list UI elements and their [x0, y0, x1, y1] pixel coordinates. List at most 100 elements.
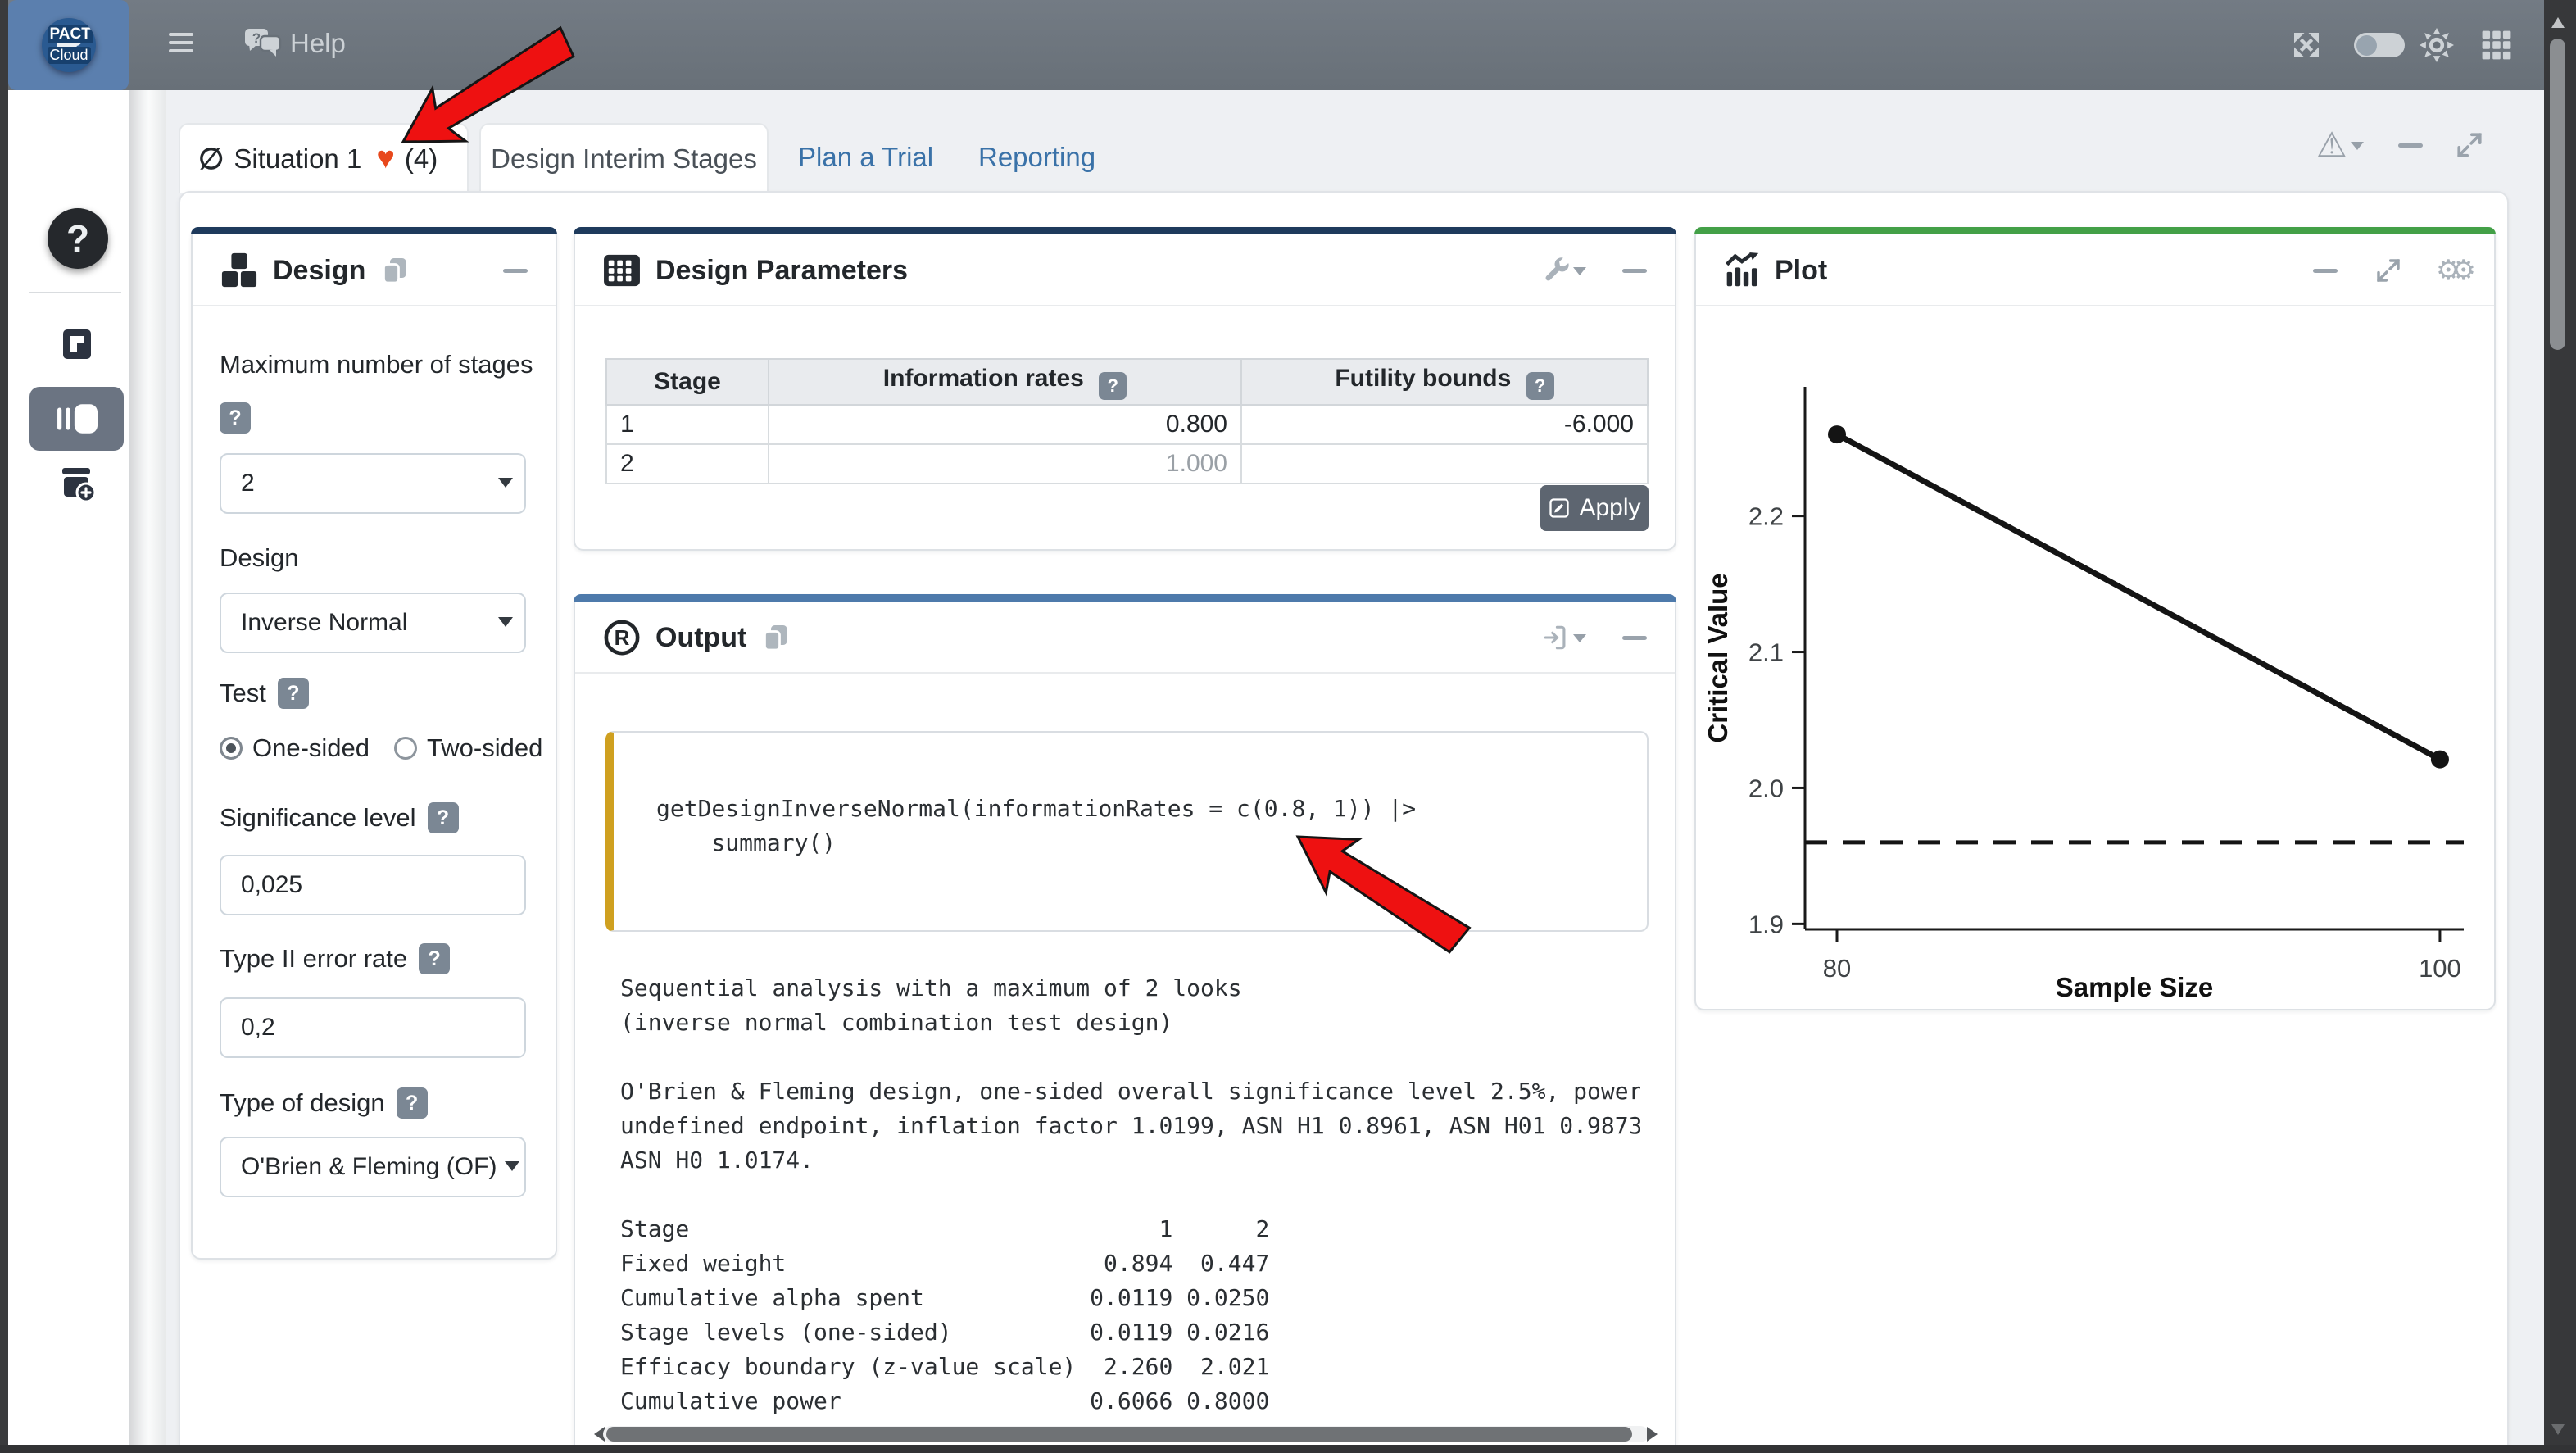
collapse-situation-button[interactable]: [2398, 143, 2423, 148]
situation-toolbar: ⚠: [2316, 128, 2483, 162]
expand-icon: [2375, 257, 2401, 284]
empty-set-icon: ∅: [198, 142, 224, 176]
rpact-cloud-logo-icon: R PACT Cloud: [42, 18, 96, 72]
user-avatar[interactable]: ?: [48, 208, 108, 269]
theme-toggle[interactable]: [2354, 0, 2405, 90]
help-menu[interactable]: ? Help: [244, 28, 346, 59]
apply-button[interactable]: Apply: [1540, 485, 1649, 531]
favorite-count: (4): [405, 143, 438, 175]
test-help-badge[interactable]: ?: [278, 678, 309, 709]
type-of-design-value: O'Brien & Fleming (OF): [241, 1153, 497, 1181]
futility-bounds-help-badge[interactable]: ?: [1526, 372, 1554, 400]
information-rates-help-badge[interactable]: ?: [1099, 372, 1127, 400]
collapse-output-button[interactable]: [1622, 636, 1647, 640]
cubes-icon: [220, 251, 258, 290]
information-rate-cell[interactable]: 0.800: [769, 405, 1241, 444]
r-code-block[interactable]: getDesignInverseNormal(informationRates …: [605, 731, 1649, 932]
futility-bound-cell[interactable]: [1241, 444, 1648, 484]
col-information-rates: Information rates ?: [769, 359, 1241, 405]
sidebar-item-design-active[interactable]: [29, 387, 124, 451]
information-rate-cell[interactable]: 1.000: [769, 444, 1241, 484]
minus-icon: [1622, 636, 1647, 640]
customize-table-button[interactable]: [1544, 257, 1586, 284]
sidebar-divider: [29, 292, 121, 293]
output-card: R Output: [574, 594, 1676, 1446]
page-horizontal-scrollbar[interactable]: [0, 1445, 2576, 1453]
sidebar-toggle-button[interactable]: [164, 27, 198, 58]
futility-bound-cell[interactable]: -6.000: [1241, 405, 1648, 444]
type2-error-label: Type II error rate ?: [220, 943, 450, 974]
svg-text:80: 80: [1823, 954, 1851, 983]
r-output-text[interactable]: Sequential analysis with a maximum of 2 …: [620, 971, 1640, 1419]
export-output-button[interactable]: [1542, 624, 1586, 652]
col-stage: Stage: [606, 359, 769, 405]
tab-plan-a-trial[interactable]: Plan a Trial: [793, 123, 938, 191]
radio-one-sided[interactable]: [220, 737, 243, 760]
collapse-design-parameters-button[interactable]: [1622, 269, 1647, 273]
significance-input[interactable]: [220, 855, 526, 915]
page-vertical-scrollbar[interactable]: [2544, 0, 2576, 1453]
plot-card-title: Plot: [1775, 255, 1827, 287]
scrollbar-thumb[interactable]: [2550, 39, 2565, 350]
scroll-down-arrow-icon[interactable]: [2551, 1424, 2565, 1442]
scroll-up-arrow-icon[interactable]: [2551, 11, 2565, 28]
plot-card-header: Plot ⚙⚙: [1696, 236, 2494, 306]
max-stages-label: Maximum number of stages: [220, 350, 533, 379]
radio-two-sided[interactable]: [394, 737, 417, 760]
max-stages-select[interactable]: 2: [220, 453, 526, 514]
heart-icon[interactable]: ♥: [376, 141, 395, 176]
tab-label: Reporting: [978, 142, 1095, 173]
type2-error-input[interactable]: [220, 997, 526, 1058]
stage-cell: 1: [606, 405, 769, 444]
plot-settings-button[interactable]: ⚙⚙: [2436, 254, 2466, 287]
expand-plot-button[interactable]: [2375, 257, 2401, 284]
design-card-header: Design: [193, 236, 556, 306]
max-stages-value: 2: [241, 470, 255, 497]
tab-reporting[interactable]: Reporting: [973, 123, 1100, 191]
type-of-design-label: Type of design ?: [220, 1087, 428, 1119]
content-scrollbar[interactable]: [129, 90, 166, 1445]
main-area: ∅ Situation 1 ♥ (4) Design Interim Stage…: [166, 90, 2544, 1445]
warning-icon: ⚠: [2316, 128, 2347, 162]
type2-help-badge[interactable]: ?: [419, 943, 450, 974]
design-type-value: Inverse Normal: [241, 609, 407, 637]
apply-label: Apply: [1579, 494, 1640, 522]
table-header-row: Stage Information rates ? Futility bound…: [606, 359, 1648, 405]
sidebar-item-new-archive[interactable]: [57, 467, 97, 506]
one-sided-label: One-sided: [252, 733, 370, 763]
app-logo[interactable]: R PACT Cloud: [8, 0, 129, 90]
svg-text:Critical Value: Critical Value: [1703, 573, 1733, 742]
output-horizontal-scrollbar[interactable]: [585, 1424, 1667, 1444]
warnings-dropdown-button[interactable]: ⚠: [2316, 128, 2364, 162]
type-of-design-select[interactable]: O'Brien & Fleming (OF): [220, 1137, 526, 1197]
brightness-sun-icon: [2420, 28, 2454, 62]
table-row: 1 0.800 -6.000: [606, 405, 1648, 444]
scroll-right-arrow-icon[interactable]: [1647, 1427, 1665, 1442]
collapse-design-button[interactable]: [503, 269, 528, 273]
apps-grid-button[interactable]: [2481, 0, 2512, 90]
fullscreen-button[interactable]: [2290, 0, 2323, 90]
brightness-button[interactable]: [2420, 0, 2454, 90]
output-card-header: R Output: [575, 603, 1675, 674]
test-label: Test ?: [220, 678, 309, 709]
apps-grid-icon: [2481, 30, 2512, 61]
type-of-design-help-badge[interactable]: ?: [397, 1087, 428, 1119]
svg-text:?: ?: [252, 30, 261, 46]
design-card-accent: [191, 227, 557, 234]
table-row: 2 1.000: [606, 444, 1648, 484]
tab-design-interim-stages[interactable]: Design Interim Stages: [479, 123, 769, 193]
expand-situation-button[interactable]: [2456, 131, 2483, 159]
tab-situation-1[interactable]: ∅ Situation 1 ♥ (4): [179, 123, 469, 193]
critical-value-plot[interactable]: 1.92.02.12.280100Sample SizeCritical Val…: [1696, 308, 2494, 1009]
situations-flag-icon: [63, 329, 91, 359]
copy-output-button[interactable]: [761, 623, 791, 652]
sidebar-item-situations[interactable]: [63, 329, 91, 361]
minus-icon: [2398, 143, 2423, 148]
significance-help-badge[interactable]: ?: [428, 802, 459, 833]
max-stages-help-badge[interactable]: ?: [220, 402, 251, 434]
copy-design-button[interactable]: [380, 256, 410, 285]
design-type-select[interactable]: Inverse Normal: [220, 593, 526, 653]
collapse-plot-button[interactable]: [2313, 269, 2338, 273]
scrollbar-thumb[interactable]: [606, 1427, 1632, 1442]
scroll-left-arrow-icon[interactable]: [587, 1427, 605, 1442]
